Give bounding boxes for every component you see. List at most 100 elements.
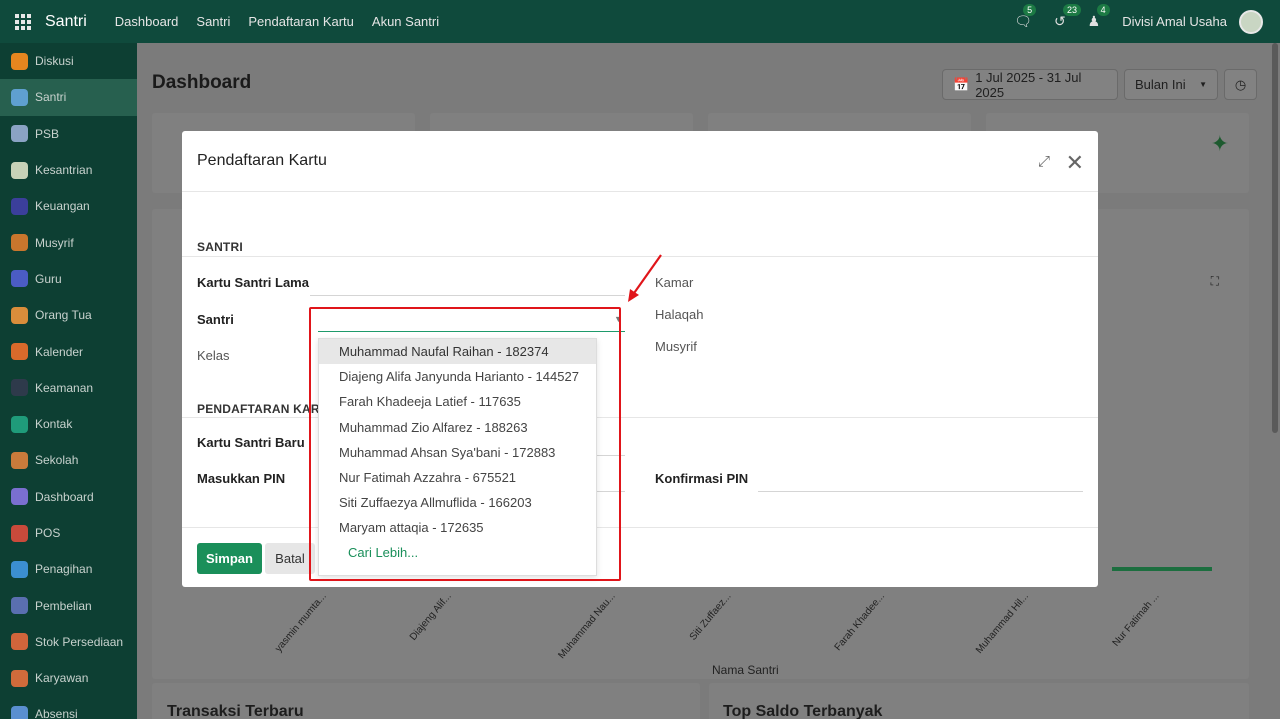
sidebar-item-label: Kesantrian bbox=[35, 163, 93, 178]
clock-button[interactable]: ◷ bbox=[1224, 69, 1257, 100]
annotation-arrow-icon bbox=[628, 254, 662, 302]
sidebar-item-label: Santri bbox=[35, 90, 67, 105]
sidebar-item-sekolah[interactable]: Sekolah bbox=[0, 442, 137, 478]
medal-icon: ✦ bbox=[1210, 131, 1229, 156]
expand-icon[interactable]: ⤢ bbox=[1038, 153, 1050, 170]
security-icon bbox=[11, 379, 28, 397]
confirm-pin-label: Konfirmasi PIN bbox=[655, 471, 749, 486]
sidebar-item-kalender[interactable]: Kalender bbox=[0, 333, 137, 369]
calendar-icon bbox=[11, 343, 28, 361]
sidebar-item-keamanan[interactable]: Keamanan bbox=[0, 370, 137, 406]
activity-icon[interactable]: ↺ 23 bbox=[1054, 4, 1081, 30]
period-select[interactable]: Bulan Ini ▼ bbox=[1124, 69, 1218, 100]
dashboard-icon bbox=[11, 488, 28, 506]
save-button[interactable]: Simpan bbox=[197, 543, 262, 574]
user-count-badge: 4 bbox=[1096, 4, 1110, 16]
sidebar-item-label: Keuangan bbox=[35, 199, 90, 214]
clock-icon: ◷ bbox=[1234, 76, 1247, 92]
sidebar-item-dashboard[interactable]: Dashboard bbox=[0, 479, 137, 515]
top-balance-title: Top Saldo Terbanyak bbox=[723, 703, 883, 719]
sidebar-item-kontak[interactable]: Kontak bbox=[0, 406, 137, 442]
sidebar-item-pos[interactable]: POS bbox=[0, 515, 137, 551]
dialog-title: Pendaftaran Kartu bbox=[197, 152, 327, 169]
app-brand[interactable]: Santri bbox=[45, 13, 87, 31]
sidebar-item-guru[interactable]: Guru bbox=[0, 261, 137, 297]
sidebar-item-pembelian[interactable]: Pembelian bbox=[0, 587, 137, 623]
board-icon bbox=[11, 270, 28, 288]
old-card-field[interactable] bbox=[310, 295, 625, 296]
date-range-button[interactable]: 📅 1 Jul 2025 - 31 Jul 2025 bbox=[942, 69, 1118, 100]
sidebar-item-label: POS bbox=[35, 526, 61, 540]
nav-dashboard[interactable]: Dashboard bbox=[115, 14, 179, 29]
sidebar-item-label: PSB bbox=[35, 126, 60, 141]
recent-transactions-title: Transaksi Terbaru bbox=[167, 703, 304, 719]
section-card-title: PENDAFTARAN KART bbox=[197, 402, 328, 416]
sidebar-item-stok-persediaan[interactable]: Stok Persediaan bbox=[0, 624, 137, 660]
halaqah-label: Halaqah bbox=[655, 307, 704, 322]
sidebar-item-karyawan[interactable]: Karyawan bbox=[0, 660, 137, 696]
dialog-header: Pendaftaran Kartu bbox=[182, 131, 1098, 192]
top-nav: Dashboard Santri Pendaftaran Kartu Akun … bbox=[97, 14, 439, 29]
nav-santri[interactable]: Santri bbox=[196, 14, 230, 29]
sidebar-item-kesantrian[interactable]: Kesantrian bbox=[0, 152, 137, 188]
calendar-icon: 📅 bbox=[953, 76, 970, 92]
x-axis-title: Nama Santri bbox=[712, 663, 779, 677]
company-switcher[interactable]: Divisi Amal Usaha bbox=[1122, 14, 1227, 29]
sidebar-item-label: Diskusi bbox=[35, 54, 74, 69]
page-scrollbar[interactable] bbox=[1272, 43, 1278, 433]
sidebar-item-label: Absensi bbox=[35, 707, 78, 719]
user-bell-icon[interactable]: ♟ 4 bbox=[1088, 4, 1110, 30]
fullscreen-icon[interactable]: ⛶ bbox=[1211, 274, 1219, 289]
sidebar-item-label: Musyrif bbox=[35, 235, 74, 250]
new-card-label: Kartu Santri Baru bbox=[197, 435, 305, 450]
user-avatar[interactable] bbox=[1239, 9, 1263, 34]
employees-icon bbox=[11, 669, 28, 687]
annotation-highlight-box bbox=[309, 307, 621, 581]
chart-bar bbox=[1112, 567, 1212, 571]
pos-icon bbox=[11, 524, 28, 542]
nav-akun-santri[interactable]: Akun Santri bbox=[372, 14, 439, 29]
sidebar: Diskusi Santri PSB Kesantrian Keuangan Musyri… bbox=[0, 43, 137, 719]
chat-icon[interactable]: 🗨 5 bbox=[1014, 4, 1037, 30]
sidebar-item-psb[interactable]: PSB bbox=[0, 116, 137, 152]
sidebar-item-label: Kontak bbox=[35, 417, 73, 432]
santri-label: Santri bbox=[197, 312, 234, 327]
period-label: Bulan Ini bbox=[1135, 77, 1186, 92]
cancel-button[interactable]: Batal bbox=[265, 543, 315, 574]
nav-pendaftaran-kartu[interactable]: Pendaftaran Kartu bbox=[248, 14, 354, 29]
old-card-label: Kartu Santri Lama bbox=[197, 275, 309, 290]
close-icon[interactable]: ✕ bbox=[1066, 150, 1084, 176]
sidebar-item-musyrif[interactable]: Musyrif bbox=[0, 224, 137, 260]
confirm-pin-field[interactable] bbox=[758, 491, 1083, 492]
sidebar-item-penagihan[interactable]: Penagihan bbox=[0, 551, 137, 587]
top-navbar: Santri Dashboard Santri Pendaftaran Kart… bbox=[0, 0, 1280, 43]
school-icon bbox=[11, 451, 28, 469]
sidebar-item-absensi[interactable]: Absensi bbox=[0, 696, 137, 719]
sidebar-item-label: Dashboard bbox=[35, 489, 94, 504]
sidebar-item-santri[interactable]: Santri bbox=[0, 79, 137, 116]
sidebar-item-orang-tua[interactable]: Orang Tua bbox=[0, 297, 137, 333]
family-icon bbox=[11, 306, 28, 324]
box-icon bbox=[11, 633, 28, 651]
activity-count-badge: 23 bbox=[1062, 4, 1081, 16]
dollar-icon bbox=[11, 197, 28, 215]
attendance-icon bbox=[11, 705, 28, 719]
page-title: Dashboard bbox=[152, 72, 252, 93]
section-santri-title: SANTRI bbox=[197, 240, 243, 254]
sidebar-item-keuangan[interactable]: Keuangan bbox=[0, 188, 137, 224]
sidebar-item-label: Karyawan bbox=[35, 671, 89, 686]
app-menu-icon[interactable] bbox=[15, 13, 31, 30]
sidebar-item-label: Kalender bbox=[35, 344, 84, 359]
discuss-icon bbox=[11, 52, 28, 70]
mosque-icon bbox=[11, 161, 28, 179]
sidebar-item-diskusi[interactable]: Diskusi bbox=[0, 43, 137, 79]
purchase-icon bbox=[11, 597, 28, 615]
sidebar-item-label: Sekolah bbox=[35, 453, 79, 468]
sidebar-item-label: Keamanan bbox=[35, 380, 94, 395]
pin-label: Masukkan PIN bbox=[197, 471, 286, 486]
sidebar-item-label: Orang Tua bbox=[35, 308, 92, 323]
contact-icon bbox=[11, 415, 28, 433]
chat-count-badge: 5 bbox=[1023, 4, 1037, 16]
date-range-label: 1 Jul 2025 - 31 Jul 2025 bbox=[975, 69, 1082, 100]
caret-down-icon: ▼ bbox=[1199, 80, 1207, 89]
